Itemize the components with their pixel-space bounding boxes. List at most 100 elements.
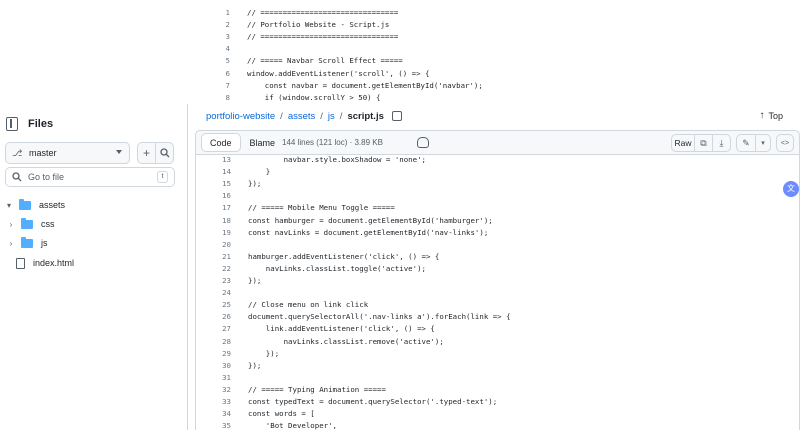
line-content: const words = [ [248,409,315,419]
copy-icon[interactable] [391,111,402,121]
breadcrumb-repo-link[interactable]: portfolio-website [206,111,275,122]
line-number[interactable]: 31 [196,372,231,384]
line-number[interactable]: 3 [195,31,230,43]
line-number[interactable]: 22 [196,263,231,275]
code-view: 13 navbar.style.boxShadow = 'none'; 14 } 1… [195,155,800,430]
edit-options-button[interactable]: ▾ [756,134,771,152]
branch-selector[interactable]: ⎇ master [5,142,130,164]
line-number[interactable]: 17 [196,202,231,214]
line-number[interactable]: 28 [196,336,231,348]
line-number[interactable]: 35 [196,420,231,430]
tree-item-css[interactable]: › css [7,215,55,233]
copilot-icon[interactable] [417,137,429,148]
download-button[interactable]: ⤓ [713,134,731,152]
sidebar-collapse-icon[interactable] [6,117,18,131]
line-content: }); [248,276,262,285]
raw-button[interactable]: Raw [671,134,695,152]
line-number[interactable]: 34 [196,408,231,420]
line-number[interactable]: 14 [196,166,231,178]
line-number[interactable]: 26 [196,311,231,323]
line-number[interactable]: 20 [196,239,231,251]
chevron-down-icon: ▾ [761,140,765,147]
code-line: 16 [196,190,799,202]
tree-item-label: js [41,238,48,248]
symbols-button[interactable]: <> [776,134,794,152]
line-number[interactable]: 25 [196,299,231,311]
line-content: navLinks.classList.remove('active'); [248,336,444,346]
line-number[interactable]: 19 [196,227,231,239]
chevron-right-icon[interactable]: › [7,239,15,248]
add-file-button[interactable]: + [137,142,156,164]
edit-button[interactable]: ✎ [736,134,756,152]
line-number[interactable]: 18 [196,215,231,227]
plus-icon: + [142,146,150,160]
line-content: link.addEventListener('click', () => { [248,324,435,334]
line-number[interactable]: 15 [196,178,231,190]
folder-icon [19,198,31,210]
line-number[interactable]: 21 [196,251,231,263]
line-number[interactable]: 5 [195,55,230,67]
code-line: 23}); [196,275,799,287]
tree-item-label: index.html [33,258,75,268]
breadcrumb-separator: / [339,110,343,122]
copy-raw-button[interactable]: ⧉ [695,134,713,152]
go-to-file-shortcut: t [157,171,168,183]
line-number[interactable]: 27 [196,323,231,335]
git-branch-icon: ⎇ [12,148,23,158]
line-number[interactable]: 16 [196,190,231,202]
code-view-top: 1 // =============================== 2 // P… [195,0,800,104]
breadcrumb-assets-link[interactable]: assets [288,111,315,122]
code-line: 14 } [196,166,799,178]
code-line: 5 // ===== Navbar Scroll Effect ===== [195,55,800,67]
breadcrumb-js-link[interactable]: js [328,111,335,122]
code-line: 35 'Bot Developer', [196,420,799,430]
breadcrumb: portfolio-website / assets / js / script… [195,104,800,128]
line-number[interactable]: 7 [195,80,230,92]
code-line: 19 const navLinks = document.getElementBy… [196,227,799,239]
line-content: } [248,167,271,177]
tree-item-label: assets [39,200,66,210]
line-number[interactable]: 24 [196,287,231,299]
code-line: 17 // ===== Mobile Menu Toggle ===== [196,202,799,214]
top-button[interactable]: ↑ Top [759,110,783,121]
line-content: // =============================== [247,8,399,17]
file-toolbar: Code Blame 144 lines (121 loc) · 3.89 KB… [195,130,800,155]
line-content: }); [248,179,262,189]
line-content: hamburger.addEventListener('click', () =… [248,251,440,261]
go-to-file-input[interactable]: Go to file t [5,167,175,187]
line-content: const typedText = document.querySelector… [248,397,498,406]
line-number[interactable]: 1 [195,7,230,19]
breadcrumb-separator: / [320,110,323,122]
line-content: const navLinks = document.getElementById… [248,227,489,237]
tree-item-js[interactable]: › js [7,234,48,252]
line-number[interactable]: 33 [196,396,231,408]
line-number[interactable]: 4 [195,43,230,55]
tab-code[interactable]: Code [201,133,241,152]
tree-item-assets[interactable]: ▾ assets [5,196,65,214]
file-tree-sidebar: Files ⎇ master + Go to file t ▾ assets › [0,104,188,430]
chevron-right-icon[interactable]: › [7,220,15,229]
line-number[interactable]: 23 [196,275,231,287]
line-number[interactable]: 2 [195,19,230,31]
chevron-down-icon [116,150,122,154]
line-content: // =============================== [247,32,399,42]
code-line: 6 window.addEventListener('scroll', () =>… [195,68,800,80]
line-number[interactable]: 6 [195,68,230,80]
chevron-down-icon[interactable]: ▾ [5,201,13,210]
file-icon [16,257,25,269]
line-number[interactable]: 29 [196,348,231,360]
tree-item-index-html[interactable]: index.html [16,254,74,272]
code-line: 4 [195,43,800,55]
translate-icon[interactable]: 文 [783,181,799,197]
search-files-button[interactable] [155,142,174,164]
code-line: 1 // =============================== [195,7,800,19]
code-line: 25 // Close menu on link click [196,299,799,311]
folder-icon [21,236,33,248]
line-number[interactable]: 8 [195,92,230,104]
line-number[interactable]: 30 [196,360,231,372]
line-content: const hamburger = document.getElementByI… [248,215,493,225]
line-number[interactable]: 32 [196,384,231,396]
line-number[interactable]: 13 [196,155,231,166]
tab-blame[interactable]: Blame [241,133,285,152]
download-icon: ⤓ [719,137,724,148]
